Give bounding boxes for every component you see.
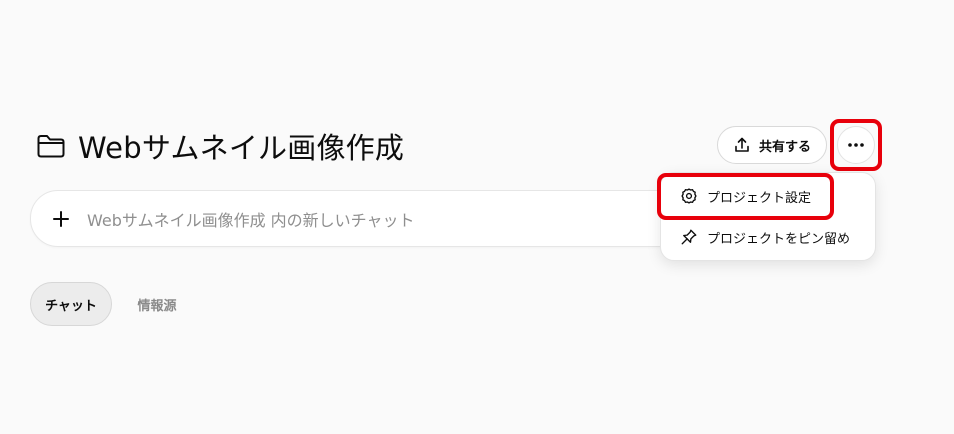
share-button[interactable]: 共有する xyxy=(717,126,827,164)
menu-item-pin-project[interactable]: プロジェクトをピン留め xyxy=(661,219,877,255)
project-header: Webサムネイル画像作成 xyxy=(36,126,404,166)
tab-chat[interactable]: チャット xyxy=(30,282,112,326)
share-upload-icon xyxy=(733,136,751,154)
new-chat-input[interactable]: Webサムネイル画像作成 内の新しいチャット xyxy=(30,190,730,247)
folder-icon xyxy=(36,133,66,159)
tab-sources[interactable]: 情報源 xyxy=(122,282,192,326)
pin-icon xyxy=(680,228,698,246)
chat-input-placeholder: Webサムネイル画像作成 内の新しいチャット xyxy=(87,210,415,230)
share-button-label: 共有する xyxy=(758,139,811,155)
highlight-box-more-button xyxy=(830,119,882,171)
page-title: Webサムネイル画像作成 xyxy=(78,131,405,165)
menu-item-label: プロジェクトをピン留め xyxy=(707,231,851,247)
plus-icon[interactable] xyxy=(51,209,71,229)
highlight-box-project-settings xyxy=(657,173,834,220)
project-page: Webサムネイル画像作成 共有する Webサムネイル画像作成 内の新しいチャット… xyxy=(0,0,954,434)
